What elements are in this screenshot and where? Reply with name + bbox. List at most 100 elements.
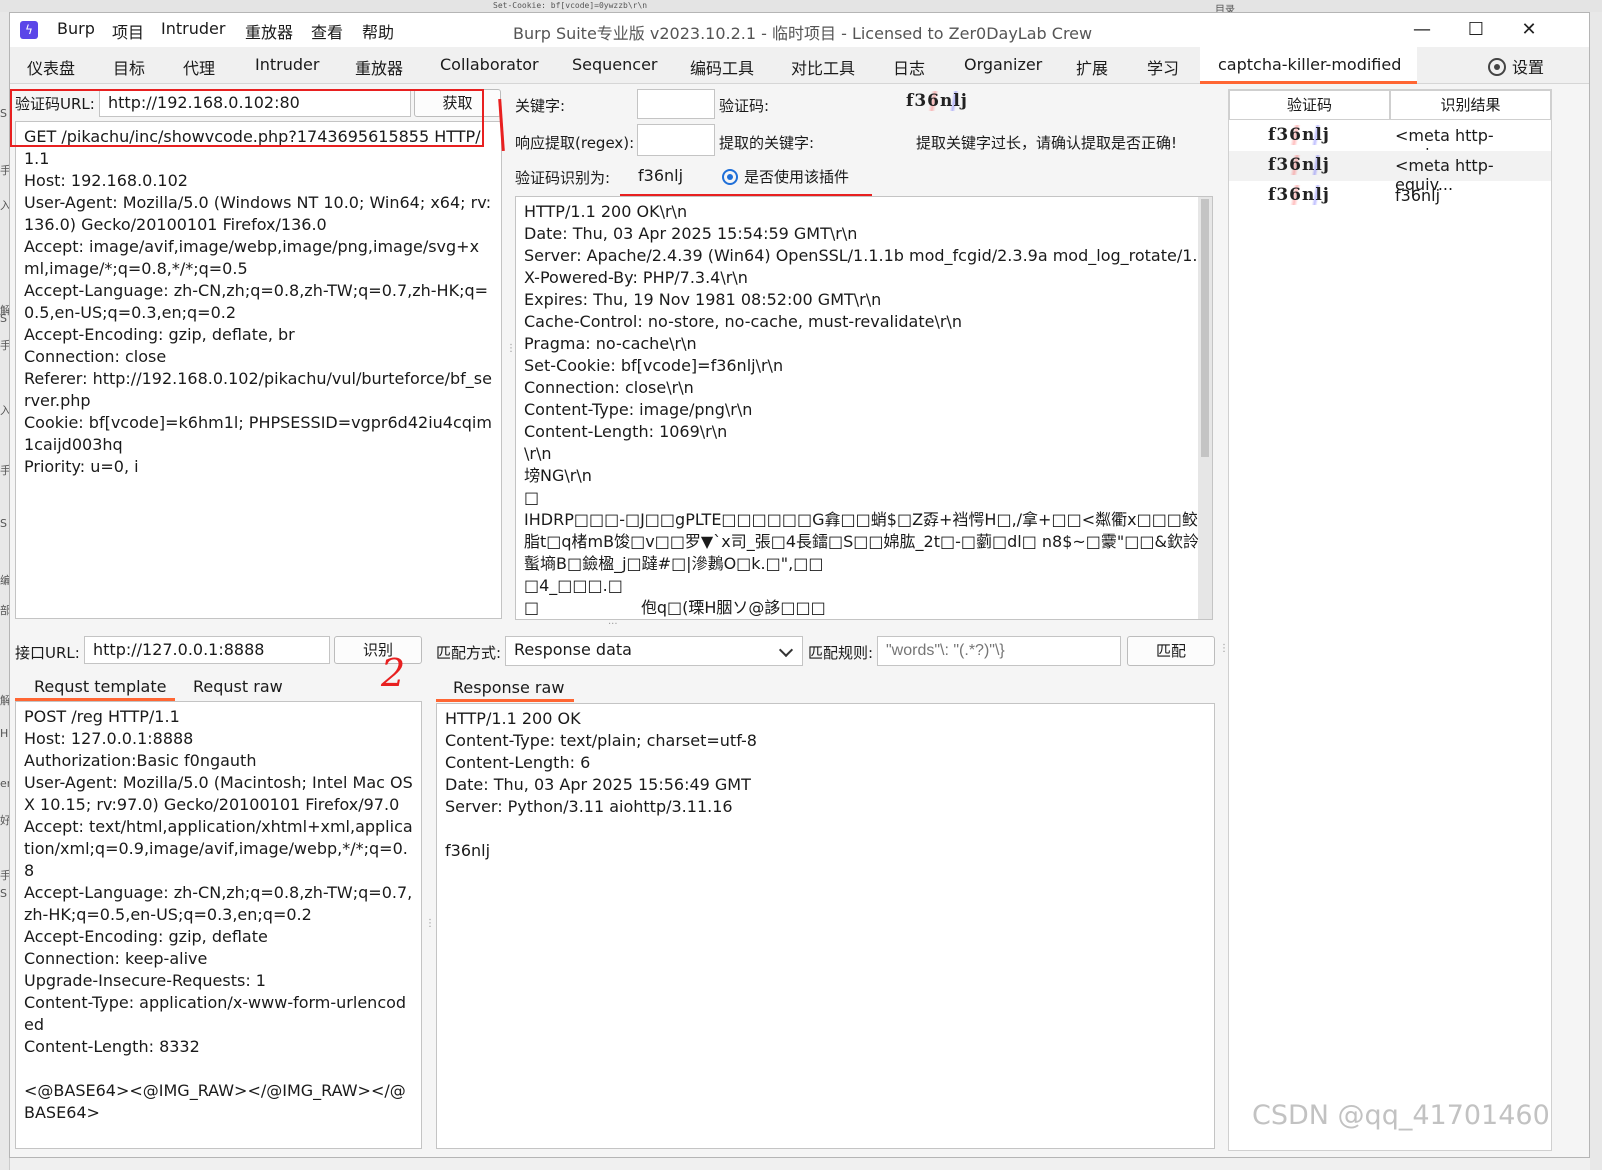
tab-dashboard[interactable]: 仪表盘	[27, 55, 75, 79]
table-row[interactable]: f36nlj <meta http-equiv...	[1229, 151, 1551, 194]
match-response-line: Date: Thu, 03 Apr 2025 15:56:49 GMT	[445, 775, 751, 794]
template-line: Accept-Encoding: gzip, deflate	[24, 927, 268, 946]
match-subtab-bar: Response raw	[436, 674, 1216, 702]
tab-decoder[interactable]: 编码工具	[690, 55, 754, 79]
match-response-editor[interactable]: HTTP/1.1 200 OK Content-Type: text/plain;…	[436, 703, 1215, 1149]
table-row[interactable]: f36nlj f36nlj	[1229, 181, 1551, 211]
title-bar: ϟ Burp 项目 Intruder 重放器 查看 帮助 Burp Suite专…	[10, 13, 1589, 47]
column-header-captcha[interactable]: 验证码	[1229, 90, 1390, 120]
tab-request-raw[interactable]: Requst raw	[193, 677, 283, 696]
tab-extensions[interactable]: 扩展	[1076, 55, 1108, 79]
match-mode-value: Response data	[514, 640, 632, 659]
request-line: Cookie: bf[vcode]=k6hm1l; PHPSESSID=vgpr…	[24, 413, 492, 454]
table-row[interactable]: f36nlj <meta http-equiv...	[1229, 121, 1551, 164]
keyword-input[interactable]	[637, 89, 715, 119]
template-line: User-Agent: Mozilla/5.0 (Macintosh; Inte…	[24, 773, 418, 814]
response-line: HTTP/1.1 200 OK\r\n	[524, 202, 688, 221]
template-line: Content-Length: 8332	[24, 1037, 200, 1056]
captcha-request-editor[interactable]: GET /pikachu/inc/showvcode.php?174369561…	[15, 121, 502, 619]
api-url-label: 接口URL:	[15, 644, 80, 662]
window-title: Burp Suite专业版 v2023.10.2.1 - 临时项目 - Lice…	[513, 24, 1093, 43]
template-line	[24, 1058, 413, 1080]
regex-input[interactable]	[637, 124, 715, 156]
request-line: Host: 192.168.0.102	[24, 171, 188, 190]
tab-request-template[interactable]: Requst template	[34, 677, 166, 696]
response-line: Pragma: no-cache\r\n	[524, 334, 697, 353]
request-line: Referer: http://192.168.0.102/pikachu/vu…	[24, 369, 492, 410]
column-header-result[interactable]: 识别结果	[1390, 90, 1551, 120]
background-char: S	[0, 107, 7, 120]
tab-sequencer[interactable]: Sequencer	[572, 55, 658, 74]
background-char: 编	[0, 574, 9, 587]
menu-intruder[interactable]: Intruder	[161, 19, 225, 38]
response-line: □ 佨q□(瑮H胭ソ@誃□□□	[524, 598, 826, 617]
template-line: Upgrade-Insecure-Requests: 1	[24, 971, 266, 990]
minimize-button[interactable]: —	[1397, 15, 1447, 45]
recognize-button[interactable]: 识别	[334, 636, 422, 664]
tab-comparer[interactable]: 对比工具	[791, 55, 855, 79]
match-mode-label: 匹配方式:	[436, 644, 502, 662]
background-char: 手	[0, 869, 9, 882]
request-line: Connection: close	[24, 347, 167, 366]
tab-response-raw[interactable]: Response raw	[453, 678, 564, 697]
response-line: Expires: Thu, 19 Nov 1981 08:52:00 GMT\r…	[524, 290, 882, 309]
background-char: 解	[0, 694, 9, 707]
background-char: 入	[0, 199, 9, 212]
menu-repeater[interactable]: 重放器	[245, 19, 293, 43]
match-response-line: f36nlj	[445, 841, 491, 860]
captcha-request-text: GET /pikachu/inc/showvcode.php?174369561…	[24, 126, 493, 478]
response-scrollbar[interactable]	[1198, 197, 1212, 619]
splitter-handle[interactable]: ⋮	[425, 918, 435, 929]
response-line: Server: Apache/2.4.39 (Win64) OpenSSL/1.…	[524, 246, 1213, 265]
menu-help[interactable]: 帮助	[362, 19, 394, 43]
results-table: 验证码 识别结果 f36nlj <meta http-equiv... f36n…	[1228, 89, 1552, 1151]
recognized-value: f36nlj	[638, 166, 684, 185]
menu-view[interactable]: 查看	[311, 19, 343, 43]
response-scrollbar-thumb[interactable]	[1201, 199, 1209, 457]
maximize-button[interactable]: ☐	[1451, 15, 1501, 45]
menu-project[interactable]: 项目	[112, 19, 144, 43]
response-line: Date: Thu, 03 Apr 2025 15:54:59 GMT\r\n	[524, 224, 858, 243]
response-line: □4_□□□.□	[524, 576, 623, 595]
response-line: 脂t□q楮mB馂□v□□罗▼`x司_張□4長鐳□S□□婂肱_2t□-□藰□dl□…	[524, 532, 1213, 551]
tab-captcha-killer-modified[interactable]: captcha-killer-modified	[1200, 47, 1417, 84]
watermark: CSDN @qq_41701460	[1252, 1100, 1550, 1131]
background-char: 好	[0, 814, 9, 827]
request-line: User-Agent: Mozilla/5.0 (Windows NT 10.0…	[24, 193, 492, 234]
tab-target[interactable]: 目标	[113, 55, 145, 79]
tab-learn[interactable]: 学习	[1147, 55, 1179, 79]
api-url-input[interactable]: http://127.0.0.1:8888	[84, 636, 330, 664]
menu-burp[interactable]: Burp	[57, 19, 95, 38]
use-plugin-toggle[interactable]: 是否使用该插件	[722, 166, 849, 187]
row-result: f36nlj	[1395, 186, 1441, 205]
tab-proxy[interactable]: 代理	[183, 55, 215, 79]
splitter-handle[interactable]: ⋮	[1219, 643, 1229, 654]
tab-collaborator[interactable]: Collaborator	[440, 55, 539, 74]
match-response-line: HTTP/1.1 200 OK	[445, 709, 581, 728]
match-response-line: Content-Length: 6	[445, 753, 591, 772]
match-button[interactable]: 匹配	[1127, 636, 1215, 666]
tab-repeater[interactable]: 重放器	[355, 55, 403, 79]
response-line: Connection: close\r\n	[524, 378, 694, 397]
close-button[interactable]: ✕	[1504, 15, 1554, 45]
request-template-editor[interactable]: POST /reg HTTP/1.1 Host: 127.0.0.1:8888 Au…	[15, 701, 422, 1149]
splitter-handle[interactable]: ···	[608, 619, 618, 630]
response-line: 塝NG\r\n	[524, 466, 592, 485]
captcha-response-editor[interactable]: HTTP/1.1 200 OK\r\n Date: Thu, 03 Apr 202…	[515, 196, 1213, 620]
row-captcha-image: f36nlj	[1265, 125, 1333, 145]
match-rule-input[interactable]	[877, 636, 1121, 666]
tab-logger[interactable]: 日志	[893, 55, 925, 79]
template-line: POST /reg HTTP/1.1	[24, 707, 180, 726]
settings-button[interactable]: 设置	[1488, 54, 1544, 78]
match-mode-select[interactable]: Response data	[505, 636, 803, 666]
tab-intruder[interactable]: Intruder	[255, 55, 319, 74]
extracted-keyword-label: 提取的关键字:	[719, 134, 815, 152]
annotation-red-box	[10, 89, 484, 147]
captcha-response-text: HTTP/1.1 200 OK\r\n Date: Thu, 03 Apr 202…	[524, 201, 1213, 619]
tab-organizer[interactable]: Organizer	[964, 55, 1042, 74]
api-subtab-bar: Requst template Requst raw	[15, 673, 422, 701]
background-char: er	[0, 777, 9, 790]
recognized-label: 验证码识别为:	[515, 169, 611, 187]
background-char: 手	[0, 464, 9, 477]
request-line: Priority: u=0, i	[24, 457, 139, 476]
